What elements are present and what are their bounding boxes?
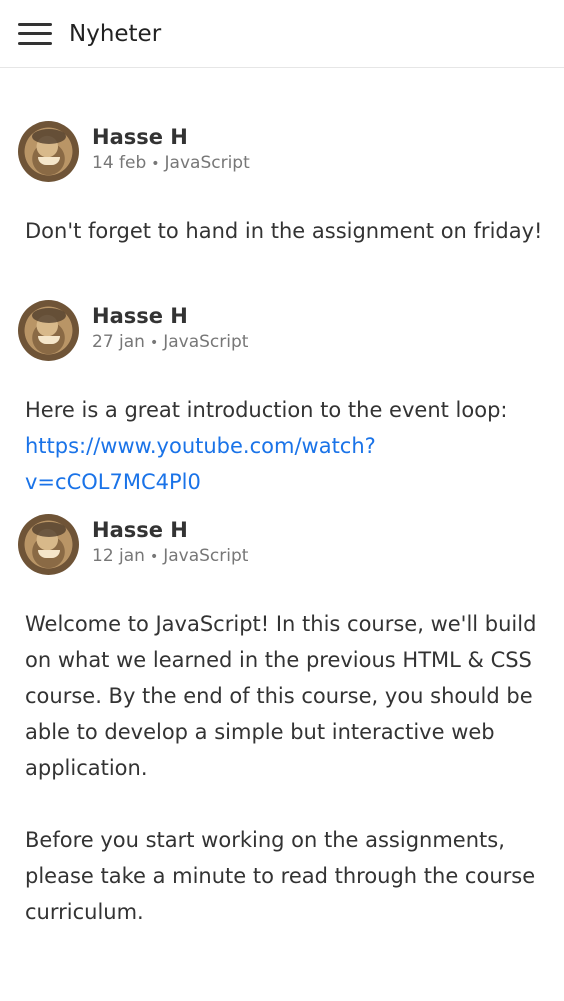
author-avatar [18,121,79,182]
news-post: Hasse H 27 jan • JavaScript Here is a grea… [18,300,546,500]
page-title: Nyheter [69,20,162,47]
post-paragraph: Here is a great introduction to the even… [25,398,508,422]
post-meta: Hasse H 27 jan • JavaScript [92,300,248,355]
news-post: Hasse H 14 feb • JavaScript Don't forget t… [18,121,546,249]
post-header: Hasse H 14 feb • JavaScript [18,121,546,182]
news-post: Hasse H 12 jan • JavaScript Welcome to Jav… [18,514,546,930]
post-date: 14 feb [92,153,147,173]
post-subline: 27 jan • JavaScript [92,330,248,355]
post-date: 12 jan [92,546,145,566]
post-meta: Hasse H 14 feb • JavaScript [92,121,250,176]
course-name: JavaScript [164,153,250,173]
post-header: Hasse H 12 jan • JavaScript [18,514,546,575]
post-subline: 12 jan • JavaScript [92,544,248,569]
menu-bar-line [18,41,52,45]
video-link[interactable]: https://www.youtube.com/watch?v=cCOL7MC4… [25,434,376,494]
post-header: Hasse H 27 jan • JavaScript [18,300,546,361]
post-body: Welcome to JavaScript! In this course, w… [25,606,546,930]
meta-separator: • [149,335,159,351]
post-body: Don't forget to hand in the assignment o… [25,213,546,249]
menu-bar-line [18,22,52,26]
author-avatar [18,300,79,361]
post-subline: 14 feb • JavaScript [92,151,250,176]
post-date: 27 jan [92,332,145,352]
author-name: Hasse H [92,125,188,149]
course-name: JavaScript [163,546,249,566]
post-paragraph: Before you start working on the assignme… [25,828,536,924]
top-app-bar: Nyheter [0,0,564,68]
post-paragraph: Welcome to JavaScript! In this course, w… [25,612,537,780]
meta-separator: • [151,156,160,172]
meta-separator: • [149,549,159,565]
author-name: Hasse H [92,518,188,542]
menu-bar-line [18,32,52,35]
course-name: JavaScript [163,332,249,352]
post-paragraph: Don't forget to hand in the assignment o… [25,219,543,243]
author-avatar [18,514,79,575]
author-name: Hasse H [92,304,188,328]
post-meta: Hasse H 12 jan • JavaScript [92,514,248,569]
menu-icon[interactable] [18,22,52,45]
post-body: Here is a great introduction to the even… [25,392,546,500]
